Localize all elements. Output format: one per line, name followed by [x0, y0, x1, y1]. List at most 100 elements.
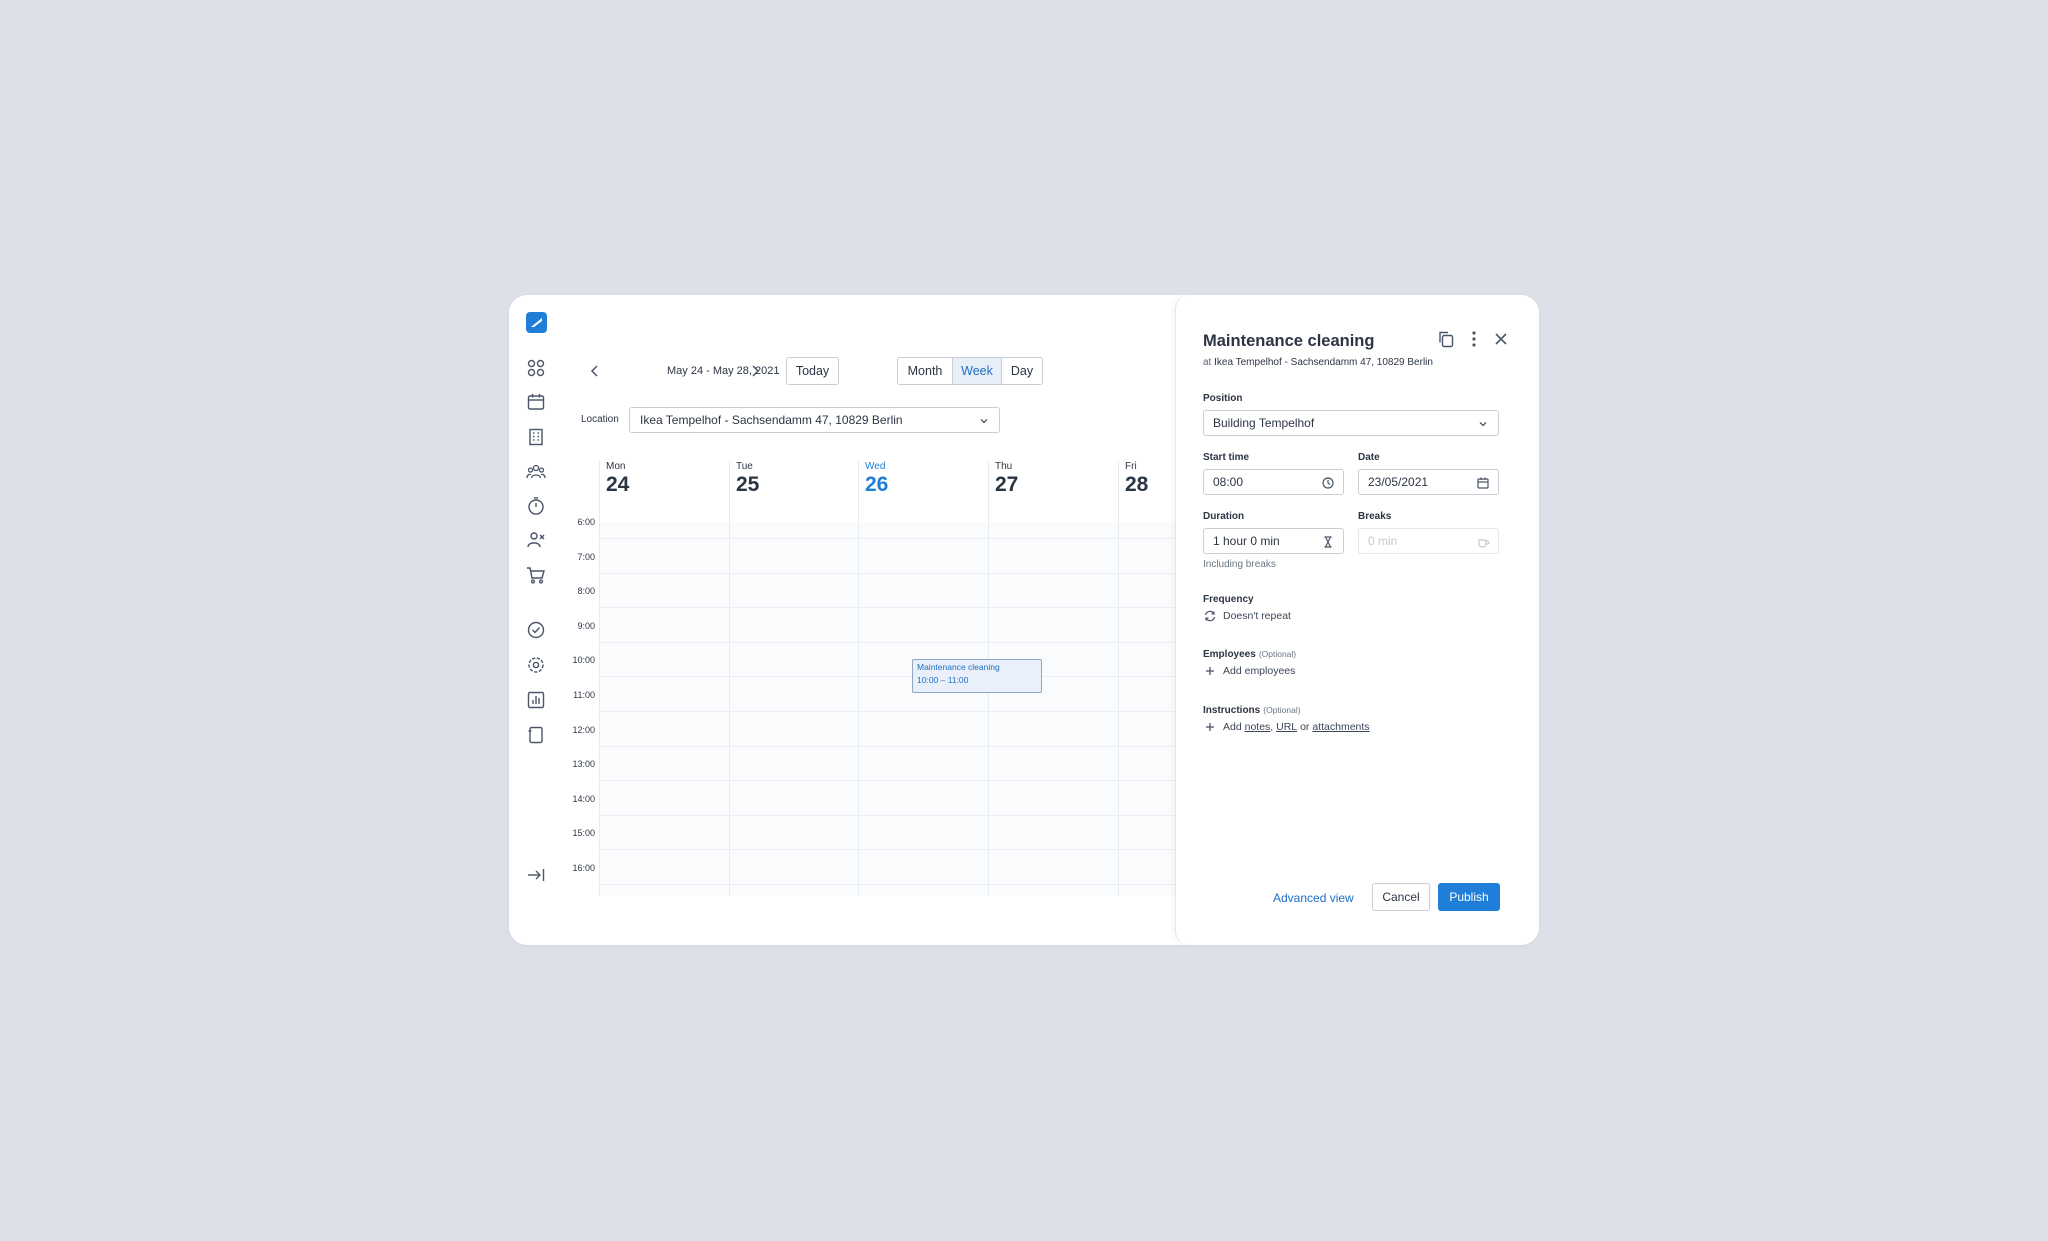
chevron-down-icon: [1479, 422, 1487, 427]
cancel-button[interactable]: Cancel: [1372, 883, 1430, 911]
hour-label: 11:00: [573, 690, 595, 700]
day-name: Wed: [865, 461, 886, 472]
employees-label: Employees (Optional): [1203, 649, 1296, 660]
hour-gridline: [599, 538, 1185, 539]
app-logo[interactable]: [526, 312, 547, 333]
calendar-icon: [1477, 477, 1489, 489]
location-label: Location: [581, 414, 619, 425]
cart-icon[interactable]: [526, 565, 546, 585]
add-instructions-row: Add notes, URL or attachments: [1203, 720, 1370, 734]
building-icon[interactable]: [526, 427, 546, 447]
timer-icon[interactable]: [526, 496, 546, 516]
date-value: 23/05/2021: [1368, 475, 1429, 489]
user-remove-icon[interactable]: [526, 530, 546, 550]
instructions-label: Instructions (Optional): [1203, 705, 1301, 716]
breaks-value: 0 min: [1368, 534, 1398, 548]
frequency-selector[interactable]: Doesn't repeat: [1203, 609, 1291, 623]
more-vertical-icon[interactable]: [1464, 329, 1484, 349]
day-column-mon[interactable]: Mon 24: [599, 461, 729, 896]
view-week-button[interactable]: Week: [953, 358, 1002, 384]
position-value: Building Tempelhof: [1213, 416, 1315, 430]
calendar-area: May 24 - May 28, 2021 Today Month Week D…: [563, 295, 1185, 945]
position-select[interactable]: Building Tempelhof: [1203, 410, 1499, 436]
add-employees-button[interactable]: Add employees: [1203, 664, 1295, 678]
hour-gridline: [599, 745, 1185, 747]
copy-icon[interactable]: [1436, 329, 1456, 349]
event-time: 10:00 – 11:00: [917, 675, 969, 685]
day-name: Tue: [736, 461, 753, 472]
calendar-event[interactable]: Maintenance cleaning 10:00 – 11:00: [912, 659, 1042, 693]
day-number: 26: [865, 473, 889, 496]
add-url-link[interactable]: URL: [1276, 721, 1297, 733]
optional-tag: (Optional): [1258, 649, 1297, 659]
subtitle-location: Ikea Tempelhof - Sachsendamm 47, 10829 B…: [1214, 357, 1433, 368]
breaks-label: Breaks: [1358, 511, 1392, 522]
hour-label: 6:00: [577, 517, 595, 527]
start-time-input[interactable]: 08:00: [1203, 469, 1344, 495]
hour-gridline: [599, 641, 1185, 643]
duration-value: 1 hour 0 min: [1213, 534, 1280, 548]
hour-label: 10:00: [572, 655, 595, 666]
day-number: 27: [995, 473, 1019, 496]
start-time-value: 08:00: [1213, 475, 1244, 489]
location-select[interactable]: Ikea Tempelhof - Sachsendamm 47, 10829 B…: [629, 407, 1000, 433]
plus-icon: [1206, 723, 1214, 731]
calendar-icon[interactable]: [526, 392, 546, 412]
hour-label: 8:00: [577, 586, 595, 597]
advanced-view-link[interactable]: Advanced view: [1273, 891, 1354, 905]
app-window: May 24 - May 28, 2021 Today Month Week D…: [509, 295, 1539, 945]
employees-label-text: Employees: [1203, 649, 1256, 660]
hour-gridline: [599, 676, 1185, 678]
panel-subtitle: at Ikea Tempelhof - Sachsendamm 47, 1082…: [1203, 357, 1433, 368]
event-title: Maintenance cleaning: [917, 662, 1000, 672]
today-button[interactable]: Today: [786, 357, 839, 385]
chevron-down-icon: [980, 419, 988, 424]
duration-label: Duration: [1203, 511, 1245, 522]
team-icon[interactable]: [526, 462, 546, 482]
shift-detail-panel: Maintenance cleaning at Ikea Tempelhof -…: [1175, 295, 1539, 945]
plus-icon: [1206, 667, 1214, 675]
day-name: Thu: [995, 461, 1013, 472]
optional-tag: (Optional): [1263, 705, 1301, 715]
bar-chart-icon[interactable]: [526, 690, 546, 710]
gear-icon[interactable]: [526, 655, 546, 675]
hour-gridline: [599, 607, 1185, 609]
hour-label: 14:00: [572, 793, 595, 804]
close-icon[interactable]: [1491, 329, 1511, 349]
frequency-label: Frequency: [1203, 594, 1254, 605]
week-grid: Mon 24 Tue 25 Wed 26 Thu 27 Fri 28: [599, 461, 1185, 896]
next-week-button[interactable]: [746, 362, 764, 380]
view-month-button[interactable]: Month: [898, 358, 953, 384]
dashboard-icon[interactable]: [526, 358, 546, 378]
prev-week-button[interactable]: [586, 362, 604, 380]
hour-gridline: [599, 572, 1185, 574]
date-input[interactable]: 23/05/2021: [1358, 469, 1499, 495]
add-employees-label: Add employees: [1223, 665, 1296, 677]
view-day-button[interactable]: Day: [1002, 358, 1042, 384]
day-name: Mon: [606, 461, 626, 472]
day-number: 28: [1125, 473, 1149, 496]
subtitle-prefix: at: [1203, 357, 1212, 368]
hour-gridline: [599, 849, 1185, 851]
publish-button[interactable]: Publish: [1438, 883, 1500, 911]
duration-input[interactable]: 1 hour 0 min: [1203, 528, 1344, 554]
hour-label: 16:00: [572, 863, 595, 873]
document-icon[interactable]: [526, 725, 546, 745]
location-value: Ikea Tempelhof - Sachsendamm 47, 10829 B…: [640, 413, 903, 427]
sidebar: [509, 295, 563, 945]
add-notes-link[interactable]: notes: [1245, 721, 1271, 733]
clock-icon: [1322, 477, 1334, 489]
collapse-sidebar-icon[interactable]: [526, 865, 546, 885]
check-circle-icon[interactable]: [526, 620, 546, 640]
frequency-value: Doesn't repeat: [1223, 610, 1291, 622]
view-switcher: Month Week Day: [897, 357, 1043, 385]
duration-hint: Including breaks: [1203, 559, 1276, 570]
repeat-icon: [1204, 610, 1216, 622]
instructions-label-text: Instructions: [1203, 705, 1261, 716]
day-column-tue[interactable]: Tue 25: [729, 461, 859, 896]
or-text: or: [1300, 721, 1310, 733]
hour-label: 7:00: [577, 551, 595, 562]
start-time-label: Start time: [1203, 452, 1250, 463]
coffee-icon: [1478, 539, 1490, 548]
add-attachments-link[interactable]: attachments: [1312, 721, 1369, 733]
